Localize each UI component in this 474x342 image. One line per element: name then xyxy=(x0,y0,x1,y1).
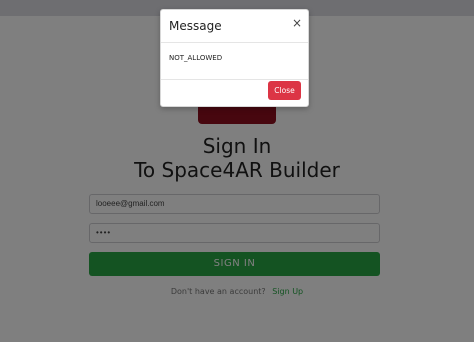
modal-footer-divider xyxy=(161,79,308,80)
message-modal: Message × NOT_ALLOWED Close xyxy=(160,9,309,107)
close-button[interactable]: Close xyxy=(268,81,301,100)
modal-header: Message × xyxy=(161,10,308,43)
modal-message: NOT_ALLOWED xyxy=(169,54,223,62)
modal-title: Message xyxy=(169,19,222,33)
close-icon[interactable]: × xyxy=(292,16,302,30)
